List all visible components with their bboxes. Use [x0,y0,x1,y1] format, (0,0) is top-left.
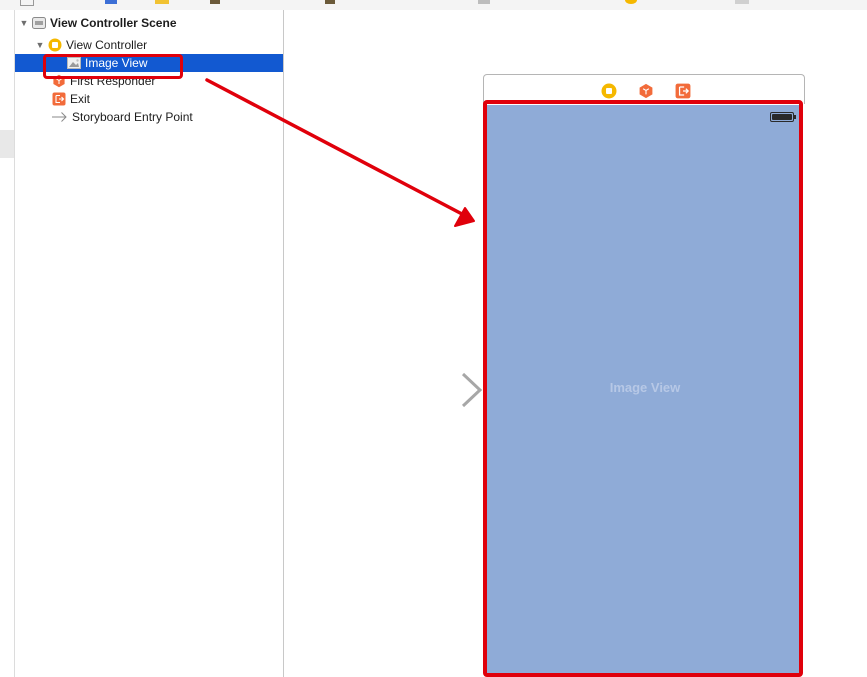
breadcrumb-folder-icon[interactable] [105,0,117,4]
left-gutter [0,10,15,677]
breadcrumb-scene-icon[interactable] [478,0,490,4]
outline-item-image-view[interactable]: Image View [15,54,283,72]
document-outline: ▼ View Controller Scene ▼ View Controlle… [15,10,284,677]
outline-item-label: First Responder [70,74,156,88]
breadcrumb-storyboard-icon[interactable] [325,0,335,4]
outline-item-label: Storyboard Entry Point [72,110,193,124]
outline-item-first-responder[interactable]: First Responder [15,72,320,90]
entry-arrow-icon [51,110,68,124]
breadcrumb-vc-icon[interactable] [625,0,637,4]
breadcrumb-icon[interactable] [20,0,34,6]
breadcrumb-imageview-icon[interactable] [735,0,749,4]
outline-item-label: Image View [85,56,148,70]
outline-item-view-controller[interactable]: ▼ View Controller [15,36,303,54]
outline-item-label: Exit [70,92,91,106]
image-view-placeholder-label: Image View [609,380,681,395]
scene-dock [483,74,805,104]
first-responder-icon [52,74,66,88]
view-controller-icon [48,38,62,52]
outline-item-storyboard-entry-point[interactable]: Storyboard Entry Point [15,108,319,126]
scene-icon [32,16,46,30]
disclosure-triangle-icon[interactable]: ▼ [19,18,29,28]
disclosure-triangle-icon[interactable]: ▼ [35,40,45,50]
view-controller-icon[interactable] [601,83,617,99]
outline-item-label: View Controller Scene [50,16,177,30]
outline-item-exit[interactable]: Exit [15,90,320,108]
breadcrumb-file-icon[interactable] [210,0,220,4]
battery-icon [770,112,796,122]
image-view[interactable]: Image View [487,105,803,673]
gutter-marker [0,130,14,158]
outline-item-label: View Controller [66,38,148,52]
image-view-icon [67,56,81,70]
outline-item-view-controller-scene[interactable]: ▼ View Controller Scene [15,14,287,32]
exit-icon [52,92,66,106]
breadcrumb-group-icon[interactable] [155,0,169,4]
exit-icon[interactable] [675,83,691,99]
first-responder-icon[interactable] [638,83,653,99]
